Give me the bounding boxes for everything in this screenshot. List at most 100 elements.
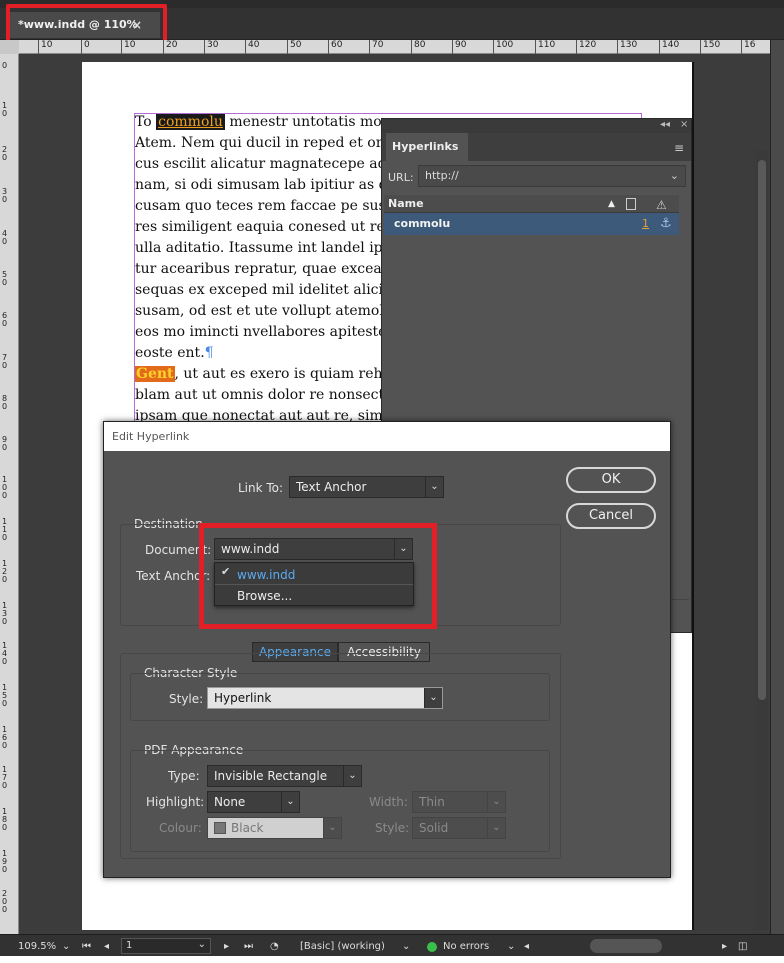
page-number-link[interactable]: 1	[642, 213, 649, 235]
scrollbar-thumb[interactable]	[758, 160, 766, 700]
ruler-tick: 50	[2, 270, 8, 287]
hyperlink-row[interactable]: commolu 1 ⚓	[384, 213, 679, 235]
link-to-label: Link To:	[238, 481, 284, 495]
ruler-tick: 50	[286, 40, 302, 54]
scroll-right-icon[interactable]: ▸	[722, 941, 727, 952]
colour-label: Colour:	[159, 821, 202, 835]
link-to-select[interactable]: Text Anchor ⌄	[289, 476, 444, 498]
chevron-down-icon[interactable]: ⌄	[670, 166, 679, 186]
page-number-field[interactable]: 1 ⌄	[121, 938, 211, 954]
ruler-tick: 130	[616, 40, 638, 54]
zoom-level[interactable]: 109.5%	[18, 941, 56, 952]
dialog-title: Edit Hyperlink	[104, 422, 670, 451]
right-panel-dock[interactable]	[770, 40, 784, 934]
sort-icon[interactable]: ▲	[608, 195, 615, 213]
ruler-tick: 160	[2, 725, 8, 750]
warning-icon: ⚠	[656, 198, 667, 212]
ruler-tick: 0	[81, 40, 90, 54]
ruler-tick: 30	[203, 40, 219, 54]
chevron-down-icon: ⌄	[281, 792, 299, 812]
ruler-tick: 150	[2, 683, 8, 708]
ruler-tick: 60	[2, 311, 8, 328]
column-header[interactable]: Name ▲ ⚠	[384, 195, 679, 213]
style-2-label: Style:	[375, 821, 410, 835]
ruler-tick: 170	[2, 765, 8, 790]
errors-status[interactable]: No errors	[443, 941, 489, 952]
scroll-left-icon[interactable]: ◂	[524, 941, 529, 952]
first-page-icon[interactable]: ⏮	[82, 941, 91, 952]
last-page-icon[interactable]: ⏭	[244, 941, 253, 952]
chevron-down-icon[interactable]: ⌄	[62, 941, 70, 952]
ruler-tick: 20	[2, 145, 8, 162]
ruler-tick: 90	[451, 40, 467, 54]
chevron-down-icon: ⌄	[424, 688, 442, 708]
ruler-tick: 190	[2, 849, 8, 874]
ruler-tick: 120	[575, 40, 597, 54]
tab-hyperlinks[interactable]: Hyperlinks	[386, 133, 468, 161]
ruler-tick: 20	[162, 40, 178, 54]
width-select: Thin ⌄	[412, 791, 506, 813]
ruler-tick: 90	[2, 435, 8, 452]
highlight-box-menu	[199, 523, 437, 629]
anchor-text[interactable]: Gent	[135, 366, 175, 382]
edit-hyperlink-dialog[interactable]: Edit Hyperlink Link To: Text Anchor ⌄ OK …	[103, 421, 671, 878]
vertical-ruler[interactable]: 0 10 20 30 40 50 60 70 80 90 100 110 120…	[0, 54, 19, 934]
ruler-tick: 40	[244, 40, 260, 54]
type-select[interactable]: Invisible Rectangle ⌄	[207, 765, 362, 787]
split-layout-icon[interactable]: ◫	[738, 941, 747, 952]
vertical-scrollbar[interactable]	[756, 150, 768, 930]
ruler-tick: 70	[368, 40, 384, 54]
hyperlink-text[interactable]: commolu	[156, 114, 225, 130]
collapse-icon[interactable]: ◂◂	[660, 119, 670, 130]
chevron-down-icon: ⌄	[323, 818, 341, 838]
hyperlink-name: commolu	[394, 217, 451, 230]
ruler-tick: 40	[2, 229, 8, 246]
status-ok-icon	[427, 942, 437, 952]
preflight-icon[interactable]: ◔	[270, 941, 279, 952]
chevron-down-icon[interactable]: ⌄	[402, 941, 410, 952]
close-icon[interactable]: ×	[680, 119, 688, 130]
ruler-tick: 16	[740, 40, 756, 54]
ok-button[interactable]: OK	[566, 467, 656, 493]
anchor-icon[interactable]: ⚓	[660, 213, 672, 235]
ruler-tick: 70	[2, 353, 8, 370]
colour-select: Black ⌄	[207, 817, 342, 839]
ruler-tick: 0	[2, 61, 8, 70]
chevron-down-icon: ⌄	[425, 477, 443, 497]
ruler-tick: 100	[492, 40, 514, 54]
highlight-select[interactable]: None ⌄	[207, 791, 300, 813]
chevron-down-icon[interactable]: ⌄	[507, 941, 515, 952]
ruler-tick: 130	[2, 601, 8, 626]
chevron-down-icon: ⌄	[487, 818, 505, 838]
cancel-button[interactable]: Cancel	[566, 503, 656, 529]
ruler-tick: 10	[2, 101, 8, 118]
url-field[interactable]: http://⌄	[418, 165, 686, 187]
panel-menu-icon[interactable]: ≡	[674, 141, 684, 155]
page-icon	[626, 198, 636, 210]
colour-swatch	[214, 822, 226, 834]
pilcrow-icon: ¶	[204, 345, 214, 361]
ruler-tick: 80	[410, 40, 426, 54]
style-select[interactable]: Hyperlink ⌄	[207, 687, 443, 709]
highlight-label: Highlight:	[146, 795, 205, 809]
ruler-origin[interactable]	[0, 40, 19, 54]
ruler-tick: 30	[2, 187, 8, 204]
chevron-down-icon: ⌄	[197, 939, 206, 950]
ruler-tick: 140	[658, 40, 680, 54]
ruler-tick: 100	[2, 475, 8, 500]
ruler-tick: 110	[2, 517, 8, 542]
tab-label: Hyperlinks	[392, 140, 459, 153]
preflight-profile[interactable]: [Basic] (working)	[300, 941, 385, 952]
width-label: Width:	[369, 795, 408, 809]
ruler-tick: 120	[2, 559, 8, 584]
next-page-icon[interactable]: ▸	[224, 941, 229, 952]
panel-tab-strip: Hyperlinks ≡	[382, 133, 691, 161]
previous-page-icon[interactable]: ◂	[104, 941, 109, 952]
bottom-strip	[0, 956, 784, 963]
ruler-tick: 110	[534, 40, 556, 54]
chevron-down-icon: ⌄	[343, 766, 361, 786]
horizontal-scrollbar-thumb[interactable]	[590, 939, 662, 953]
border-style-select: Solid ⌄	[412, 817, 506, 839]
horizontal-ruler[interactable]: 10 0 10 20 30 40 50 60 70 80 90 100 110 …	[0, 40, 770, 54]
chevron-down-icon: ⌄	[487, 792, 505, 812]
